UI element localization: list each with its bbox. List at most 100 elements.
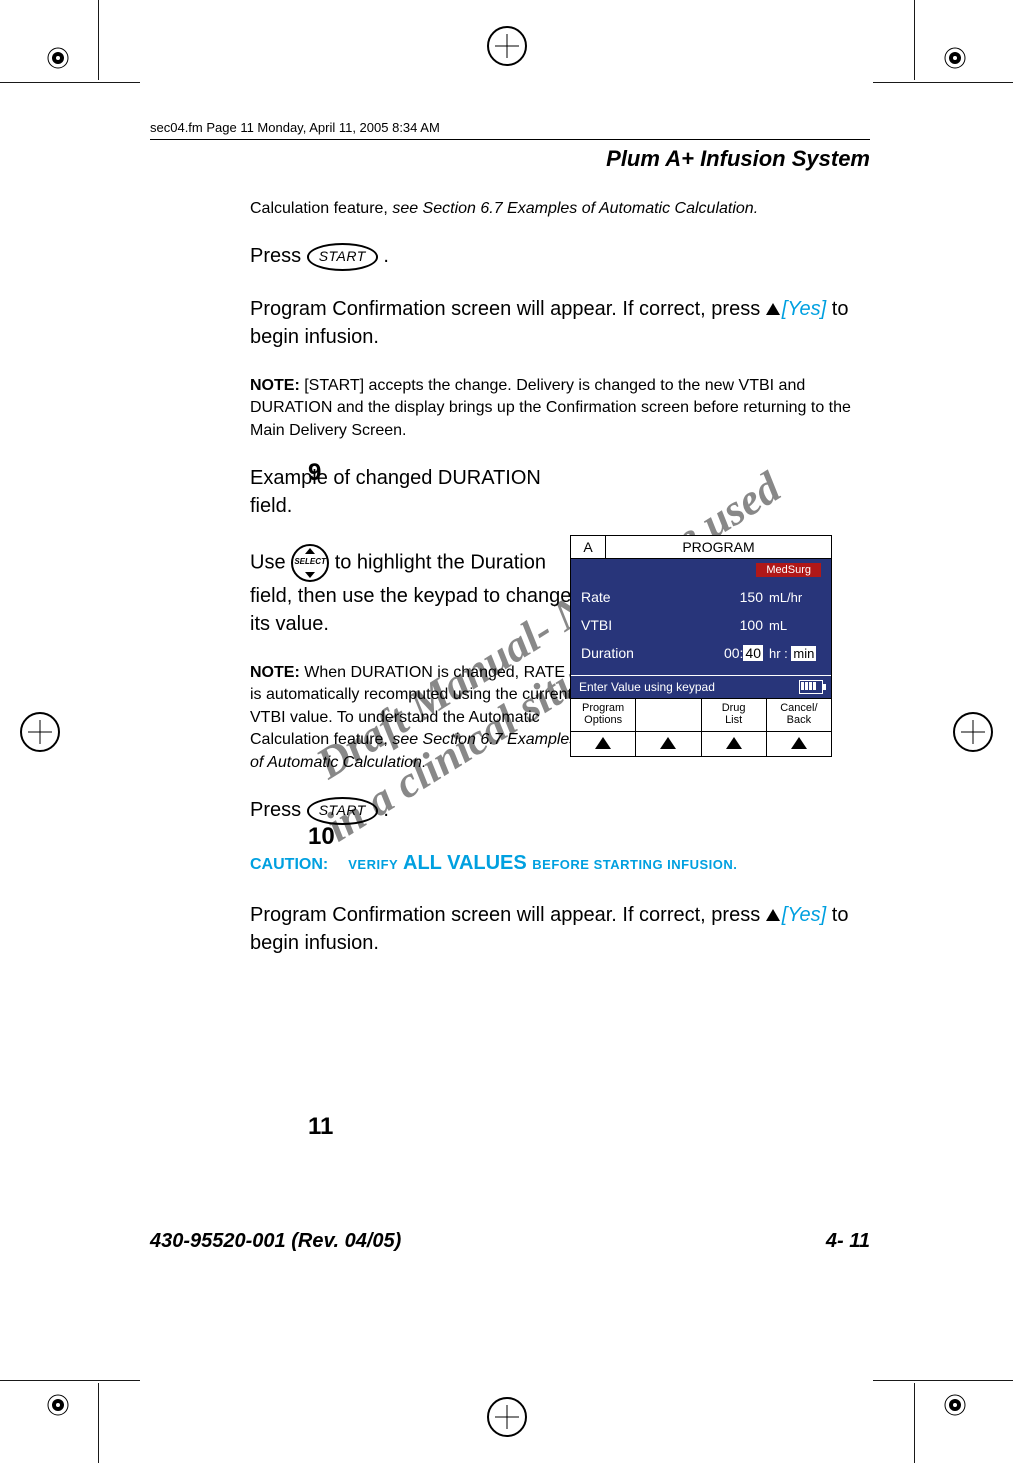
step-number-10: 10 <box>308 820 335 854</box>
crop-line <box>0 1380 140 1381</box>
rate-value: 150 <box>686 583 763 611</box>
crop-line <box>0 82 140 83</box>
example-text: Example of changed DURATION field. <box>250 464 580 520</box>
corner-mark-tl <box>40 40 76 76</box>
softkey-triangle-icon <box>660 737 676 749</box>
duration-minutes-highlight: 40 <box>743 645 763 661</box>
corner-mark-bl <box>40 1387 76 1423</box>
cca-tag: MedSurg <box>756 563 821 577</box>
crop-line <box>873 1380 1013 1381</box>
softkey-triangle-icon <box>766 909 780 921</box>
step11-press: Press <box>250 799 307 821</box>
select-button-icon: SELECT <box>291 544 329 582</box>
step9-dot: . <box>383 245 389 267</box>
duration-value: 00:40 <box>686 639 763 667</box>
softkey-empty <box>636 699 701 731</box>
crop-line <box>98 1383 99 1463</box>
duration-min-label-highlight: min <box>791 646 816 661</box>
step10-text: Use SELECT to highlight the Duration fie… <box>250 544 580 638</box>
softkey-triangle-icon <box>595 737 611 749</box>
step11-dot: . <box>383 799 389 821</box>
softkey-drug-list: DrugList <box>702 699 767 731</box>
step11-yes: [Yes] <box>782 904 826 926</box>
caution-rest: BEFORE STARTING INFUSION. <box>532 857 737 872</box>
crop-line <box>914 0 915 80</box>
crop-line <box>873 82 1013 83</box>
reg-mark-top <box>487 26 527 66</box>
enter-value-bar: Enter Value using keypad <box>571 675 831 698</box>
crop-line <box>914 1383 915 1463</box>
duration-unit: hr : min <box>763 639 821 667</box>
duration-hours: 00: <box>724 645 743 661</box>
softkey-triangle-icon <box>726 737 742 749</box>
step-number-11: 11 <box>308 1110 333 1144</box>
duration-label: Duration <box>581 639 686 667</box>
chevron-up-icon <box>305 548 315 554</box>
reg-mark-bottom <box>487 1397 527 1437</box>
corner-mark-br <box>937 1387 973 1423</box>
softkey-triangle-icon <box>766 303 780 315</box>
step9-yes: [Yes] <box>782 298 826 320</box>
rate-unit: mL/hr <box>763 583 821 611</box>
step9-para: Program Confirmation screen will appear.… <box>250 298 766 320</box>
crop-line <box>98 0 99 80</box>
device-title: PROGRAM <box>606 536 831 559</box>
caution-all: ALL VALUES <box>398 852 532 874</box>
intro-paragraph: Calculation feature, see Section 6.7 Exa… <box>250 198 870 220</box>
step10-note: NOTE: When DURATION is changed, RATE is … <box>250 662 580 774</box>
duration-hr-label: hr : <box>769 646 788 661</box>
step11-confirm-paragraph: Program Confirmation screen will appear.… <box>250 901 870 957</box>
step9-press-line: Press START . <box>250 242 870 271</box>
rate-row: Rate 150 mL/hr <box>581 583 821 611</box>
step9-press: Press <box>250 245 307 267</box>
caution-verify: VERIFY <box>348 857 398 872</box>
softkey-button-2[interactable] <box>636 732 701 756</box>
step10-t1: Use <box>250 551 291 573</box>
softkey-cancel-back: Cancel/Back <box>767 699 831 731</box>
softkey-button-4[interactable] <box>767 732 831 756</box>
vtbi-row: VTBI 100 mL <box>581 611 821 639</box>
softkey-label-row: ProgramOptions DrugList Cancel/Back <box>571 698 831 731</box>
softkey-program-options: ProgramOptions <box>571 699 636 731</box>
note-label: NOTE: <box>250 377 300 394</box>
device-line-a: A <box>571 536 606 559</box>
reg-mark-left <box>20 712 60 752</box>
sk3a: Drug <box>722 702 746 714</box>
step11-press-line: Press START . <box>250 796 870 825</box>
page-footer: 430-95520-001 (Rev. 04/05) 4- 11 <box>150 1230 870 1253</box>
sk4a: Cancel/ <box>780 702 817 714</box>
intro-text: Calculation feature, <box>250 200 392 217</box>
corner-mark-tr <box>937 40 973 76</box>
select-label: SELECT <box>293 556 327 567</box>
step9-confirm-paragraph: Program Confirmation screen will appear.… <box>250 295 870 351</box>
enter-value-text: Enter Value using keypad <box>579 680 715 694</box>
vtbi-unit: mL <box>763 611 821 639</box>
caution-lead: CAUTION: <box>250 856 328 873</box>
document-title: Plum A+ Infusion System <box>150 146 870 172</box>
vtbi-label: VTBI <box>581 611 686 639</box>
step-number-9: 9 <box>308 456 321 490</box>
softkey-triangle-icon <box>791 737 807 749</box>
sk1b: Options <box>584 714 622 726</box>
chevron-down-icon <box>305 572 315 578</box>
caution-line: CAUTION: VERIFY ALL VALUES BEFORE STARTI… <box>250 849 870 877</box>
reg-mark-right <box>953 712 993 752</box>
step11-para: Program Confirmation screen will appear.… <box>250 904 766 926</box>
sk3b: List <box>725 714 742 726</box>
intro-italic: see Section 6.7 Examples of Automatic Ca… <box>392 200 758 217</box>
start-button-icon: START <box>307 243 378 271</box>
rate-label: Rate <box>581 583 686 611</box>
footer-left: 430-95520-001 (Rev. 04/05) <box>150 1230 401 1252</box>
duration-row: Duration 00:40 hr : min <box>581 639 821 667</box>
battery-icon <box>799 680 823 694</box>
note-label: NOTE: <box>250 664 300 681</box>
step9-note: NOTE: [START] accepts the change. Delive… <box>250 375 870 442</box>
step9-note-text: [START] accepts the change. Delivery is … <box>250 377 851 439</box>
running-head: sec04.fm Page 11 Monday, April 11, 2005 … <box>150 120 870 135</box>
softkey-button-1[interactable] <box>571 732 636 756</box>
sk1a: Program <box>582 702 624 714</box>
softkey-button-3[interactable] <box>702 732 767 756</box>
vtbi-value: 100 <box>686 611 763 639</box>
footer-page-number: 4- 11 <box>826 1230 870 1253</box>
sk4b: Back <box>787 714 811 726</box>
